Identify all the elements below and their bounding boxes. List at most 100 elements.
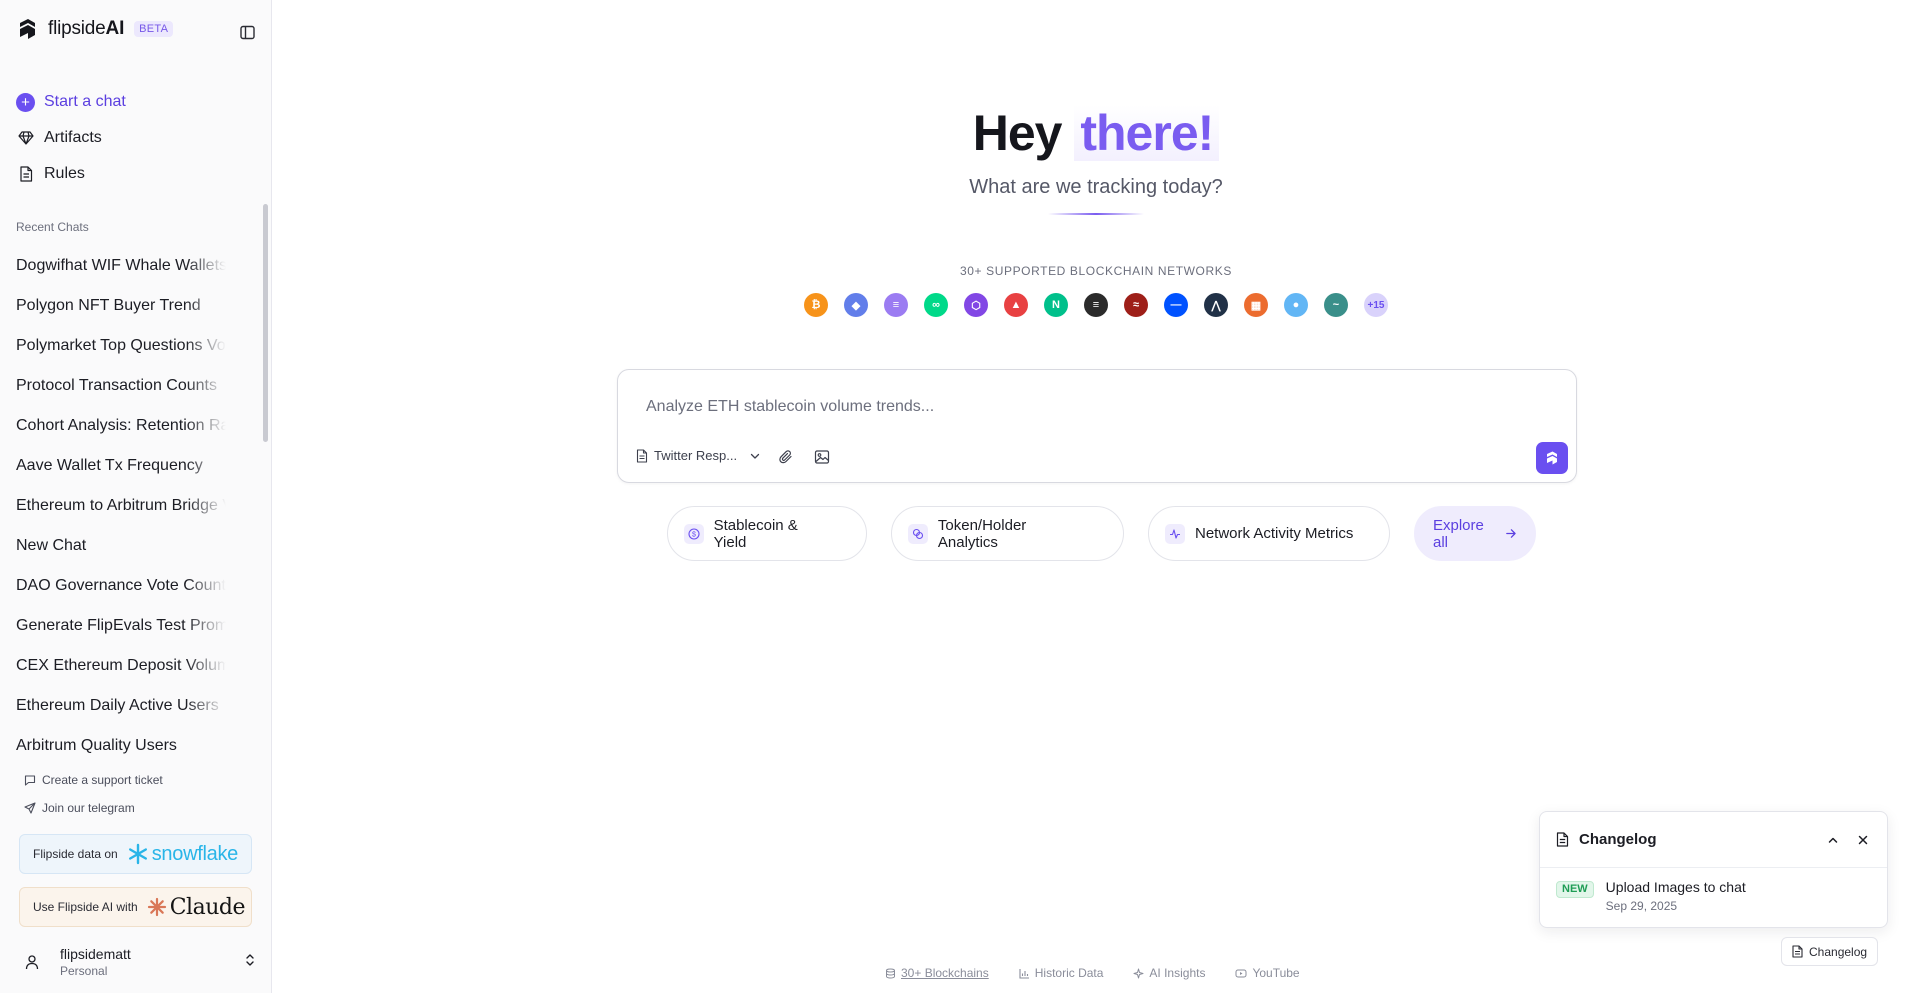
document-icon [636,448,648,463]
bar-chart-icon [1019,968,1029,979]
attach-image-button[interactable] [811,446,833,468]
changelog-title: Changelog [1579,831,1657,848]
snowflake-promo[interactable]: Flipside data on snowflake [19,834,252,874]
ethereum-icon[interactable]: ◆ [844,293,868,317]
blast-icon[interactable]: ▦ [1244,293,1268,317]
paperclip-icon [779,450,792,464]
chevron-up-down-icon [244,953,256,972]
attach-file-button[interactable] [775,446,797,468]
recent-chat-item[interactable]: Arbitrum Quality Users [0,726,226,754]
nav-item-artifacts[interactable]: Artifacts [16,120,256,156]
claude-logo-icon: Claude [147,895,245,920]
close-changelog-button[interactable] [1855,832,1871,848]
near-icon[interactable]: N [1044,293,1068,317]
bitcoin-icon[interactable]: ₿ [804,293,828,317]
recent-chats-list: Dogwifhat WIF Whale Wallets Polygon NFT B… [0,246,260,754]
primary-nav: + Start a chat Artifacts Rules [16,84,256,192]
artifacts-label: Artifacts [44,129,102,146]
polygon-icon[interactable]: ⬡ [964,293,988,317]
snowflake-logo-icon: snowflake [127,843,238,866]
youtube-icon [1235,969,1247,977]
workspace-name: Personal [60,964,108,978]
sparkle-icon [1133,968,1144,978]
diamond-icon [16,129,35,148]
changelog-toggle-button[interactable]: Changelog [1781,937,1879,966]
footer-historic-link[interactable]: Historic Data [1019,966,1103,980]
sei-icon[interactable]: ≈ [1124,293,1148,317]
recent-chat-item[interactable]: Cohort Analysis: Retention Rates [0,406,226,446]
account-switcher[interactable]: flipsidematt Personal [16,940,256,984]
chat-input[interactable] [646,398,1526,416]
footer-insights-link[interactable]: AI Insights [1133,966,1205,980]
chevron-up-icon [1828,837,1838,843]
solana-icon[interactable]: ≡ [884,293,908,317]
changelog-entry[interactable]: NEW Upload Images to chat Sep 29, 2025 [1540,868,1887,924]
brand[interactable]: flipsideAI BETA [16,18,174,40]
start-chat-button[interactable]: + Start a chat [16,84,256,120]
recent-chat-item[interactable]: New Chat [0,526,226,566]
new-badge: NEW [1556,881,1594,898]
recent-chat-item[interactable]: Protocol Transaction Counts [0,366,226,406]
avalanche-icon[interactable]: ▲ [1004,293,1028,317]
document-icon [1556,832,1569,847]
hero: Hey there! What are we tracking today? [272,104,1920,215]
recent-chat-item[interactable]: CEX Ethereum Deposit Volume [0,646,226,686]
svg-text:$: $ [692,531,696,538]
close-icon [1858,835,1868,844]
recent-chat-item[interactable]: Polygon NFT Buyer Trend [0,286,226,326]
sui-icon[interactable]: ~ [1324,293,1348,317]
user-icon [16,946,48,978]
start-chat-label: Start a chat [44,93,126,110]
chip-network-label: Network Activity Metrics [1195,525,1354,542]
recent-chat-item[interactable]: Ethereum to Arbitrum Bridge Volume [0,486,226,526]
claude-promo-text: Use Flipside AI with [33,900,138,914]
base-icon[interactable]: — [1164,293,1188,317]
arbitrum-icon[interactable]: ⋀ [1204,293,1228,317]
coins-icon [908,523,928,544]
image-icon [814,450,830,464]
sidebar-toggle-icon[interactable] [237,22,257,42]
collapse-changelog-button[interactable] [1825,832,1841,848]
footer-youtube-link[interactable]: YouTube [1235,966,1300,980]
support-ticket-link[interactable]: Create a support ticket [24,766,163,794]
osmosis-icon[interactable]: ● [1284,293,1308,317]
more-chains-badge[interactable]: +15 [1364,293,1388,317]
message-icon [24,775,36,786]
brand-name: flipsideAI [48,18,125,39]
user-name: flipsidematt [60,946,131,962]
recent-chat-item[interactable]: Aave Wallet Tx Frequency [0,446,226,486]
aptos-icon[interactable]: ≡ [1084,293,1108,317]
dollar-coin-icon: $ [684,523,704,544]
send-icon [24,802,36,814]
chip-token-holder[interactable]: Token/Holder Analytics [891,506,1124,561]
chip-stablecoin-label: Stablecoin & Yield [713,516,798,551]
flipside-send-icon [1547,451,1557,465]
changelog-header: Changelog [1540,812,1887,868]
send-button[interactable] [1536,442,1568,474]
telegram-link[interactable]: Join our telegram [24,794,163,822]
recent-chat-item[interactable]: DAO Governance Vote Counts [0,566,226,606]
recent-chat-item[interactable]: Polymarket Top Questions Volume [0,326,226,366]
explore-all-button[interactable]: Explore all [1414,506,1536,561]
recent-chat-item[interactable]: Generate FlipEvals Test Prompts [0,606,226,646]
mode-selector[interactable]: Twitter Resp... [636,448,761,463]
chip-network-activity[interactable]: Network Activity Metrics [1148,506,1390,561]
footer-blockchains-link[interactable]: 30+ Blockchains [885,966,989,980]
chip-stablecoin-yield[interactable]: $ Stablecoin & Yield [667,506,867,561]
changelog-entry-title: Upload Images to chat [1605,879,1746,895]
footer-blockchains-label: 30+ Blockchains [901,966,989,980]
changelog-entry-date: Sep 29, 2025 [1605,899,1678,913]
claude-promo[interactable]: Use Flipside AI with Claude [19,887,252,927]
footer-insights-label: AI Insights [1149,966,1206,980]
chip-token-label: Token/Holder Analytics [937,516,1027,551]
flow-icon[interactable]: ∞ [924,293,948,317]
recent-chat-item[interactable]: Ethereum Daily Active Users [0,686,226,726]
changelog-toggle-label: Changelog [1809,944,1868,959]
divider [1048,213,1144,215]
changelog-panel: Changelog NEW Upload Images to chat Sep … [1539,811,1888,928]
sidebar-scrollbar[interactable] [263,204,268,442]
recent-chat-item[interactable]: Dogwifhat WIF Whale Wallets [0,246,226,286]
flipside-logo-icon [20,19,35,39]
footer-youtube-label: YouTube [1252,966,1300,980]
nav-item-rules[interactable]: Rules [16,156,256,192]
